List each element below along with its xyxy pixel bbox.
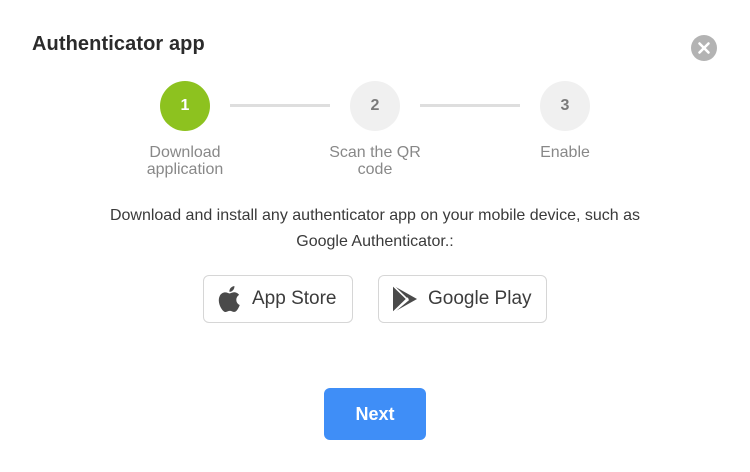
dialog-title: Authenticator app [32,33,205,55]
step-2-label: Scan the QR code [305,144,445,178]
step-1-label-line1: Download [149,144,221,161]
app-store-button[interactable]: App Store [203,275,353,323]
instructions-text: Download and install any authenticator a… [60,203,690,255]
step-2-label-line2: code [357,161,393,178]
step-3-label-line1: Enable [540,144,590,161]
apple-icon [216,284,243,314]
next-button[interactable]: Next [324,388,426,440]
instructions-line-1: Download and install any authenticator a… [109,207,641,224]
step-1-label-line2: application [146,161,224,178]
close-icon [698,42,710,54]
google-play-label: Google Play [428,288,532,309]
google-play-icon [391,284,419,314]
step-connector-1 [230,104,330,107]
step-3-label: Enable [495,144,635,161]
step-1-circle: 1 [160,81,210,131]
instructions-line-2: Google Authenticator.: [296,233,454,250]
close-button[interactable] [691,35,717,61]
step-2-circle: 2 [350,81,400,131]
app-store-label: App Store [252,288,337,309]
step-connector-2 [420,104,520,107]
step-3-circle: 3 [540,81,590,131]
step-2-label-line1: Scan the QR [329,144,421,161]
step-1-label: Download application [115,144,255,178]
authenticator-dialog: Authenticator app 1 2 3 Download applica… [0,0,750,472]
google-play-button[interactable]: Google Play [378,275,547,323]
